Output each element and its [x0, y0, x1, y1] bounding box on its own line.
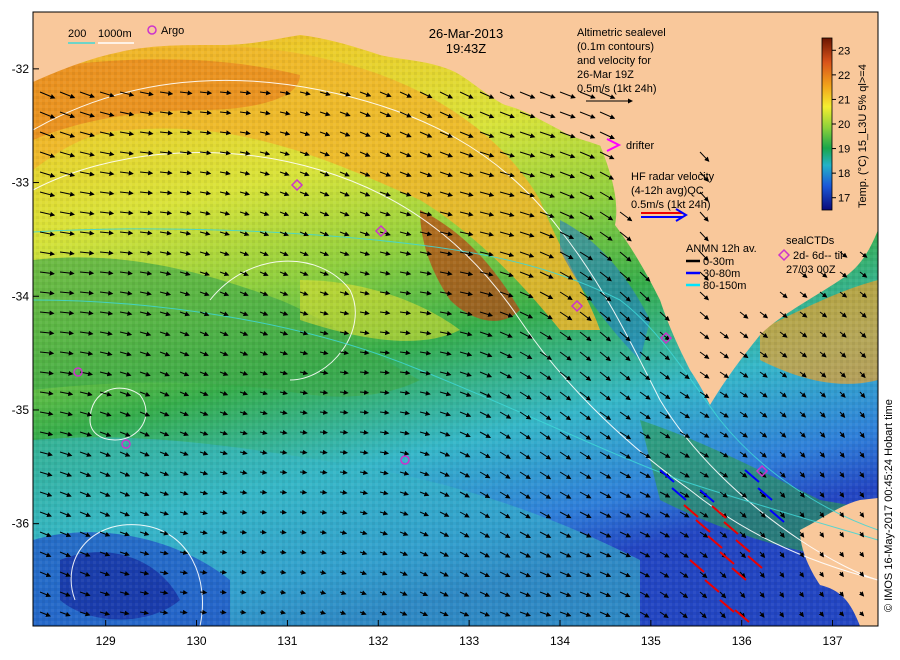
velocity-arrow	[199, 589, 208, 595]
lat-tick-label: -35	[12, 403, 30, 417]
hf-radar-scale-label: 0.5m/s (1kt 24h)	[631, 199, 710, 211]
lon-tick-label: 129	[96, 634, 116, 648]
colorbar-tick-label: 19	[838, 144, 850, 156]
colorbar-label: Temp. (°C) 15_L3U 5% ql>=4	[857, 64, 869, 208]
lon-tick-label: 131	[277, 634, 297, 648]
velocity-arrow	[299, 509, 307, 515]
altimetry-legend-line3: and velocity for	[577, 55, 651, 67]
anmn-30-80-label: 30-80m	[703, 268, 740, 280]
velocity-arrow	[319, 449, 328, 455]
altimetry-legend-line1: Altimetric sealevel	[577, 27, 666, 39]
velocity-arrow	[219, 549, 228, 555]
seal-legend-line2: 2d- 6d-- til	[793, 250, 843, 262]
colorbar-tick-label: 17	[838, 193, 850, 205]
seal-legend-title: sealCTDs	[786, 235, 835, 247]
velocity-arrow	[339, 429, 349, 435]
velocity-arrow	[259, 509, 268, 515]
lon-tick-label: 130	[187, 634, 207, 648]
lon-tick-label: 133	[459, 634, 479, 648]
velocity-arrow	[199, 609, 208, 615]
lon-tick-label: 134	[550, 634, 570, 648]
colorbar-gradient	[821, 37, 833, 211]
anmn-legend-title: ANMN 12h av.	[686, 243, 757, 255]
seal-ctd-legend: sealCTDs 2d- 6d-- til 27/03 00Z	[777, 235, 843, 276]
velocity-arrow	[299, 469, 308, 475]
velocity-arrow	[219, 569, 228, 575]
lon-tick-label: 135	[641, 634, 661, 648]
altimetry-scale-label: 0.5m/s (1kt 24h)	[577, 83, 656, 95]
velocity-arrow	[219, 589, 227, 595]
lat-tick-label: -36	[12, 517, 30, 531]
anmn-0-30-label: 0-30m	[703, 256, 734, 268]
velocity-arrow	[319, 469, 328, 475]
velocity-arrow	[259, 549, 267, 555]
sst-map: 129 130 131 132 133 134 135 136 137 -32 -33 -34 -35…	[12, 11, 895, 648]
anmn-80-150-label: 80-150m	[703, 280, 746, 292]
hf-radar-legend-line1: HF radar velocity	[631, 171, 715, 183]
argo-legend-label: Argo	[161, 25, 184, 37]
velocity-arrow	[239, 589, 247, 595]
velocity-arrow	[179, 609, 188, 615]
velocity-arrow	[239, 569, 247, 575]
velocity-arrow	[259, 489, 268, 495]
velocity-arrow	[279, 469, 288, 475]
colorbar-tick-label: 23	[838, 45, 850, 57]
seal-legend-line3: 27/03 00Z	[786, 264, 836, 276]
velocity-arrow	[319, 429, 328, 435]
velocity-arrow	[239, 529, 248, 535]
velocity-arrow	[279, 529, 287, 535]
velocity-arrow	[259, 529, 267, 535]
velocity-arrow	[299, 489, 308, 495]
colorbar-tick-label: 20	[838, 119, 850, 131]
velocity-arrow	[219, 609, 227, 615]
velocity-arrow	[279, 549, 287, 555]
map-title-time: 19:43Z	[446, 41, 487, 56]
lat-tick-label: -33	[12, 176, 30, 190]
colorbar-tick-label: 22	[838, 70, 850, 82]
isobath-200-label: 200	[68, 28, 86, 40]
hf-radar-legend-line2: (4-12h avg)QC	[631, 185, 704, 197]
velocity-arrow	[279, 489, 288, 495]
lat-tick-label: -34	[12, 289, 30, 303]
velocity-arrow	[279, 509, 287, 515]
velocity-arrow	[259, 589, 267, 595]
altimetry-legend-line2: (0.1m contours)	[577, 41, 654, 53]
lon-tick-label: 136	[732, 634, 752, 648]
colorbar-tick-label: 21	[838, 94, 850, 106]
lon-tick-label: 137	[823, 634, 843, 648]
isobath-1000-label: 1000m	[98, 28, 132, 40]
colorbar-tick-label: 18	[838, 168, 850, 180]
drifter-label: drifter	[626, 140, 654, 152]
lat-tick-label: -32	[12, 62, 30, 76]
velocity-arrow	[259, 569, 267, 575]
credit-text: © IMOS 16-May-2017 00:45:24 Hobart time	[883, 399, 895, 612]
velocity-arrow	[299, 449, 308, 455]
map-title-date: 26-Mar-2013	[429, 26, 503, 41]
velocity-arrow	[239, 609, 247, 615]
velocity-arrow	[239, 549, 247, 555]
lon-tick-label: 132	[368, 634, 388, 648]
altimetry-legend-line4: 26-Mar 19Z	[577, 69, 634, 81]
